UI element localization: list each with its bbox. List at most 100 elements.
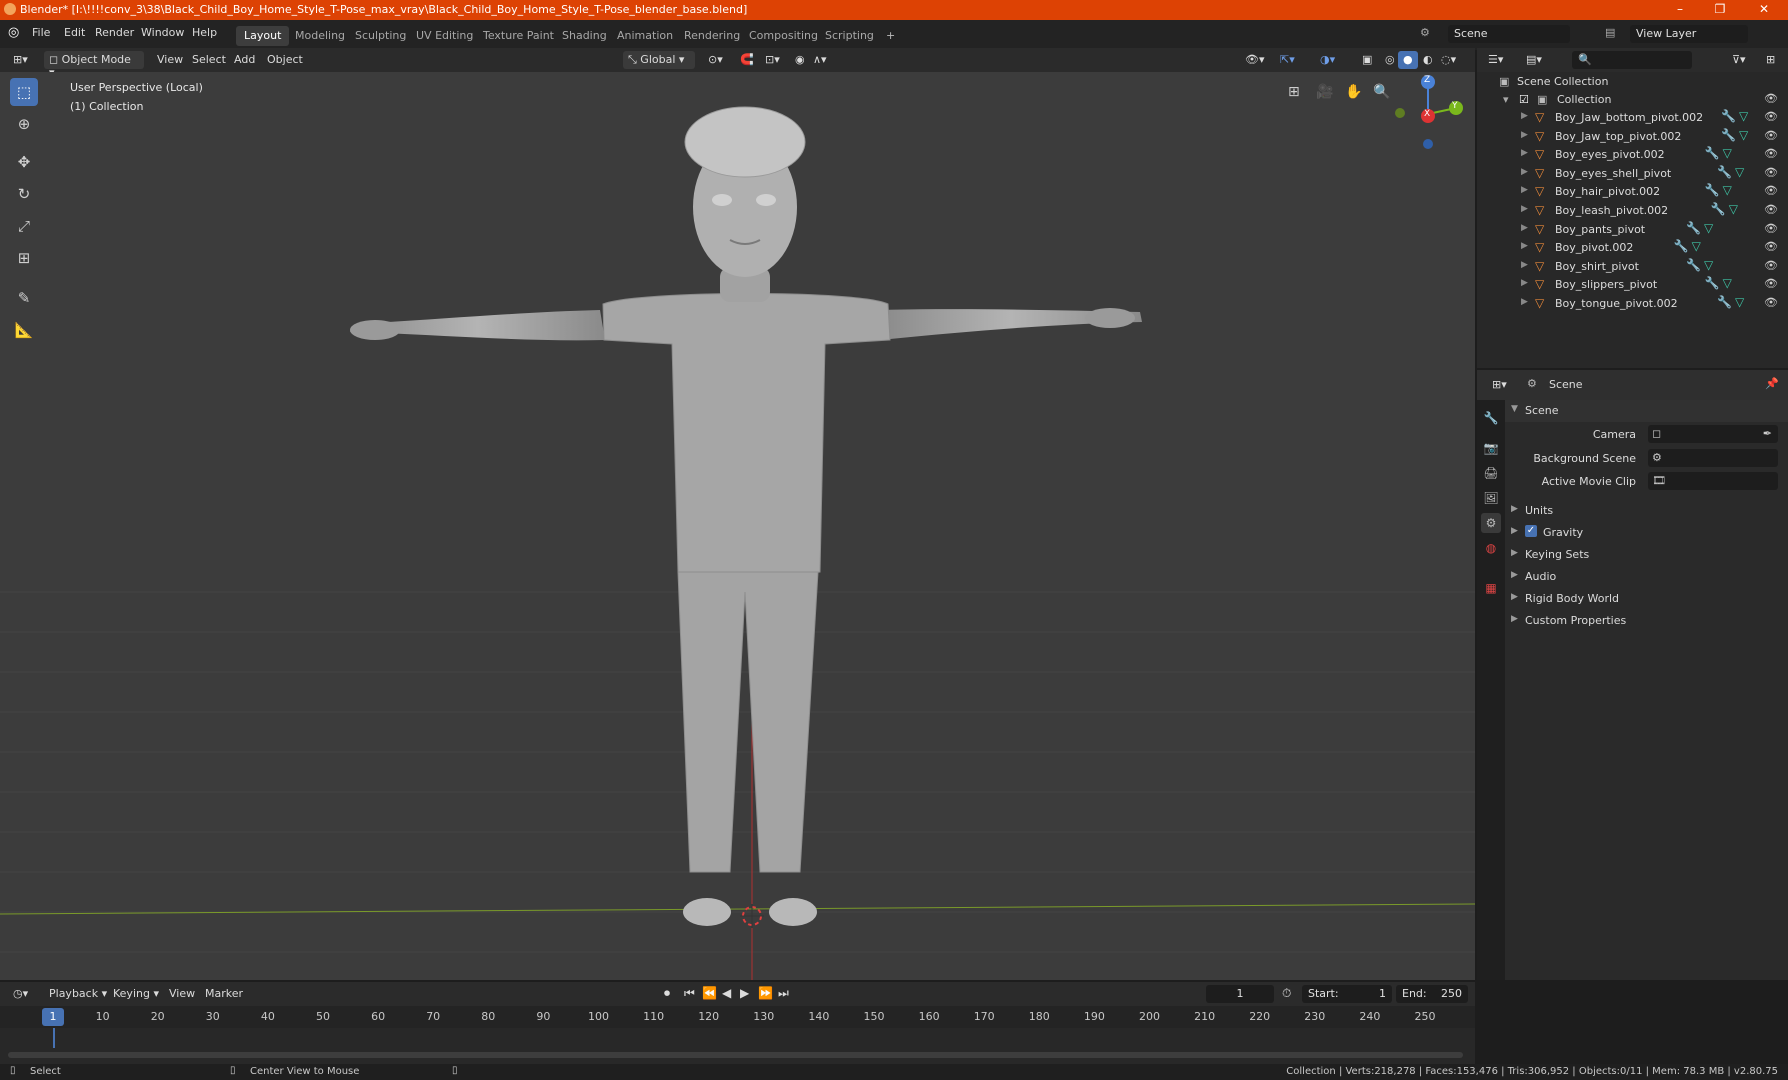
menu-help[interactable]: Help xyxy=(192,26,217,39)
modifier-wrench-icon[interactable]: 🔧 xyxy=(1705,146,1720,160)
modifier-wrench-icon[interactable]: 🔧 xyxy=(1711,202,1726,216)
3d-viewport[interactable]: Z X Y ⊞ 🎥 ✋ 🔍 xyxy=(0,72,1475,980)
modifier-wrench-icon[interactable]: 🔧 xyxy=(1674,239,1689,253)
transform-tool-icon[interactable]: ⊞ xyxy=(10,244,38,272)
camera-field[interactable]: ◻ ✒ xyxy=(1648,425,1778,443)
mesh-data-icon[interactable]: ▽ xyxy=(1739,128,1748,142)
mesh-data-icon[interactable]: ▽ xyxy=(1735,165,1744,179)
menu-playback[interactable]: Playback ▾ xyxy=(44,985,112,1003)
transform-orientation-selector[interactable]: ⤡ Global ▾ xyxy=(623,51,695,69)
end-frame-field[interactable]: End: 250 xyxy=(1396,985,1468,1003)
outliner-object-row[interactable]: ▶ ▽ Boy_shirt_pivot 🔧 ▽ 👁 xyxy=(1477,257,1788,275)
outliner-object-row[interactable]: ▶ ▽ Boy_eyes_pivot.002 🔧 ▽ 👁 xyxy=(1477,145,1788,163)
pin-icon[interactable]: 📌 xyxy=(1765,377,1779,390)
start-frame-field[interactable]: Start: 1 xyxy=(1302,985,1392,1003)
mesh-data-icon[interactable]: ▽ xyxy=(1723,183,1732,197)
outliner-editor-type-icon[interactable]: ☰▾ xyxy=(1483,51,1508,69)
expand-arrow-icon[interactable]: ▶ xyxy=(1521,185,1528,195)
background-scene-field[interactable]: ⚙ xyxy=(1648,449,1778,467)
menu-timeline-view[interactable]: View xyxy=(164,985,200,1003)
tool-tab-icon[interactable]: 🔧 xyxy=(1481,408,1501,428)
blender-menu-icon[interactable]: ◎ xyxy=(8,25,19,40)
eye-icon[interactable]: 👁 xyxy=(1764,184,1778,197)
tab-modeling[interactable]: Modeling xyxy=(287,26,353,46)
mode-selector[interactable]: ◻ Object Mode ▾ xyxy=(44,51,144,79)
eye-icon[interactable]: 👁 xyxy=(1764,240,1778,253)
play-reverse-icon[interactable]: ◀ xyxy=(722,986,731,1000)
eye-icon[interactable]: 👁 xyxy=(1764,277,1778,290)
custom-properties-panel[interactable]: ▶ Custom Properties xyxy=(1505,610,1788,632)
mesh-data-icon[interactable]: ▽ xyxy=(1723,276,1732,290)
pivot-point-icon[interactable]: ⊙▾ xyxy=(703,51,728,69)
timeline-body[interactable] xyxy=(0,1028,1475,1064)
visibility-icon[interactable]: 👁▾ xyxy=(1240,51,1270,69)
close-button[interactable]: ✕ xyxy=(1754,2,1774,18)
eye-icon[interactable]: 👁 xyxy=(1764,147,1778,160)
menu-edit[interactable]: Edit xyxy=(64,26,85,39)
rendered-shading-icon[interactable]: ◌▾ xyxy=(1436,51,1461,69)
new-collection-icon[interactable]: ⊞ xyxy=(1761,51,1780,69)
mesh-data-icon[interactable]: ▽ xyxy=(1704,258,1713,272)
menu-add[interactable]: Add xyxy=(229,51,260,69)
menu-marker[interactable]: Marker xyxy=(200,985,248,1003)
modifier-wrench-icon[interactable]: 🔧 xyxy=(1721,109,1736,123)
cursor-tool-icon[interactable]: ⊕ xyxy=(10,110,38,138)
outliner-object-row[interactable]: ▶ ▽ Boy_pivot.002 🔧 ▽ 👁 xyxy=(1477,238,1788,256)
stopwatch-icon[interactable]: ⏱ xyxy=(1282,986,1291,1001)
modifier-wrench-icon[interactable]: 🔧 xyxy=(1705,276,1720,290)
playhead-frame[interactable]: 1 xyxy=(42,1008,64,1026)
keying-sets-panel[interactable]: ▶ Keying Sets xyxy=(1505,544,1788,566)
jump-keyframe-forward-icon[interactable]: ⏩ xyxy=(758,986,773,1000)
expand-arrow-icon[interactable]: ▶ xyxy=(1521,223,1528,233)
camera-view-icon[interactable]: 🎥 xyxy=(1316,84,1333,100)
timeline-scrollbar[interactable] xyxy=(8,1052,1463,1058)
play-icon[interactable]: ▶ xyxy=(740,986,749,1000)
menu-select[interactable]: Select xyxy=(187,51,231,69)
falloff-icon[interactable]: ∧▾ xyxy=(808,51,832,69)
editor-type-button[interactable]: ⊞▾ xyxy=(8,51,33,69)
minimize-button[interactable]: – xyxy=(1670,2,1690,18)
tab-uv-editing[interactable]: UV Editing xyxy=(408,26,481,46)
select-box-icon[interactable]: ⬚ xyxy=(10,78,38,106)
eye-icon[interactable]: 👁 xyxy=(1764,110,1778,123)
proportional-edit-icon[interactable]: ◉ xyxy=(790,51,810,69)
toggle-grid-icon[interactable]: ⊞ xyxy=(1288,84,1300,100)
overlay-toggle-icon[interactable]: ◑▾ xyxy=(1315,51,1340,69)
outliner-object-row[interactable]: ▶ ▽ Boy_slippers_pivot 🔧 ▽ 👁 xyxy=(1477,275,1788,293)
tab-shading[interactable]: Shading xyxy=(554,26,615,46)
add-workspace-button[interactable]: + xyxy=(878,26,903,46)
modifier-wrench-icon[interactable]: 🔧 xyxy=(1705,183,1720,197)
tab-texture-paint[interactable]: Texture Paint xyxy=(475,26,562,46)
eye-icon[interactable]: 👁 xyxy=(1764,296,1778,309)
properties-editor-type-icon[interactable]: ⊞▾ xyxy=(1487,376,1512,394)
jump-keyframe-back-icon[interactable]: ⏪ xyxy=(702,986,717,1000)
render-tab-icon[interactable]: 📷 xyxy=(1481,438,1501,458)
outliner-object-row[interactable]: ▶ ▽ Boy_leash_pivot.002 🔧 ▽ 👁 xyxy=(1477,201,1788,219)
eye-icon[interactable]: 👁 xyxy=(1764,92,1778,105)
collection-checkbox-icon[interactable]: ☑ xyxy=(1519,93,1529,106)
expand-arrow-icon[interactable]: ▾ xyxy=(1503,93,1509,106)
record-button-icon[interactable]: ⏺ xyxy=(664,986,670,1001)
tab-scripting[interactable]: Scripting xyxy=(817,26,882,46)
expand-arrow-icon[interactable]: ▶ xyxy=(1521,167,1528,177)
tab-sculpting[interactable]: Sculpting xyxy=(347,26,414,46)
expand-arrow-icon[interactable]: ▶ xyxy=(1521,148,1528,158)
scale-tool-icon[interactable]: ⤢ xyxy=(10,212,38,240)
texture-tab-icon[interactable]: ▦ xyxy=(1481,578,1501,598)
menu-file[interactable]: File xyxy=(32,26,50,39)
mesh-data-icon[interactable]: ▽ xyxy=(1704,221,1713,235)
eye-icon[interactable]: 👁 xyxy=(1764,129,1778,142)
view-layer-selector[interactable]: View Layer xyxy=(1630,25,1748,43)
mesh-data-icon[interactable]: ▽ xyxy=(1692,239,1701,253)
gravity-checkbox[interactable]: ✓ xyxy=(1525,525,1537,537)
gizmo-z-label[interactable]: Z xyxy=(1424,75,1430,85)
mesh-data-icon[interactable]: ▽ xyxy=(1729,202,1738,216)
modifier-wrench-icon[interactable]: 🔧 xyxy=(1721,128,1736,142)
scene-panel-header[interactable]: ▼ Scene xyxy=(1505,400,1788,422)
outliner-object-row[interactable]: ▶ ▽ Boy_eyes_shell_pivot 🔧 ▽ 👁 xyxy=(1477,164,1788,182)
snap-icon[interactable]: 🧲 xyxy=(735,51,759,69)
gizmo-toggle-icon[interactable]: ⇱▾ xyxy=(1275,51,1300,69)
modifier-wrench-icon[interactable]: 🔧 xyxy=(1686,221,1701,235)
outliner-object-row[interactable]: ▶ ▽ Boy_Jaw_bottom_pivot.002 🔧 ▽ 👁 xyxy=(1477,108,1788,126)
maximize-button[interactable]: ❐ xyxy=(1710,2,1730,18)
